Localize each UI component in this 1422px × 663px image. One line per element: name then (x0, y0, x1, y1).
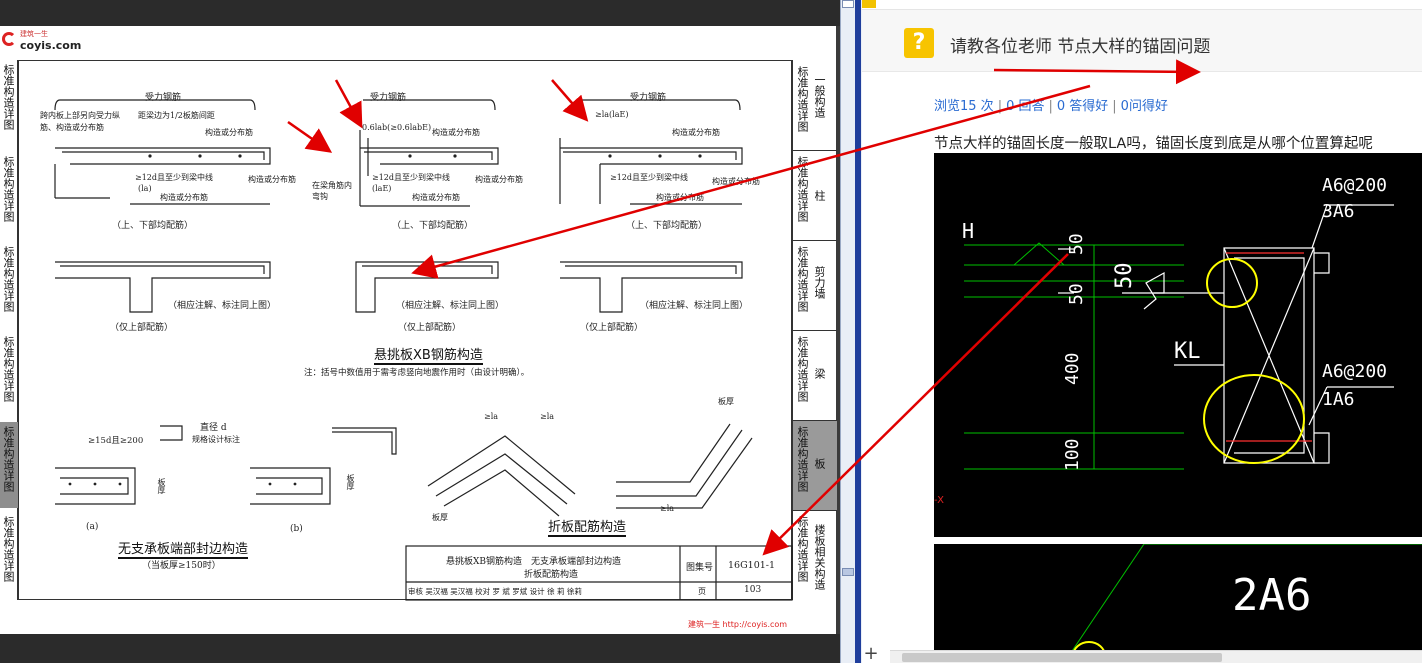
note-la-3: ≥la(laE) (595, 110, 629, 119)
stat-good-answers[interactable]: 0 答得好 (1057, 99, 1108, 114)
cad-dim-50c: 50 (1112, 262, 1137, 290)
note-anchor-06: 0.6lab(≥0.6labE) (362, 123, 432, 132)
cad-dim-50b: 50 (1066, 283, 1087, 305)
label-rebar-1: 受力钢筋 (145, 93, 182, 103)
tb-page-no: 103 (744, 585, 762, 595)
stat-answers[interactable]: 0 回答 (1006, 99, 1044, 114)
note-dist-rebar-8: 构造或分布筋 (712, 177, 760, 186)
panel-top-icon (862, 0, 876, 8)
caption-top-only-2: （仅上部配筋） (398, 323, 462, 333)
cad-linework-2 (1063, 544, 1422, 663)
caption-both-2: （上、下部均配筋） (392, 221, 474, 231)
tb-page-label: 页 (698, 587, 706, 596)
label-diameter-note: 规格设计标注 (192, 435, 240, 444)
note-dist-rebar-9: 构造或分布筋 (656, 193, 704, 202)
label-slab-thk-b: 板厚 (346, 474, 355, 490)
tb-atlas-label: 图集号 (686, 563, 714, 573)
title-block: 悬挑板XB钢筋构造 无支承板端部封边构造 折板配筋构造 图集号 16G101-1… (406, 546, 792, 600)
label-fold-thk-1: 板厚 (432, 513, 448, 522)
tb-line2: 折板配筋构造 (524, 570, 579, 580)
zoom-plus-icon[interactable]: + (862, 645, 880, 663)
horizontal-scrollbar[interactable] (890, 650, 1422, 663)
label-rebar-2: 受力钢筋 (370, 93, 407, 103)
footer-watermark: 建筑一生 http://coyis.com (688, 620, 788, 629)
drawing-sheet: 建筑一生 coyis.com 标准构造详图 标准构造详图 标准构造详图 标准构造… (0, 26, 837, 634)
pane-divider-bar[interactable] (855, 0, 861, 663)
label-diameter: 直径 d (200, 423, 227, 433)
stat-asks-good[interactable]: 0问得好 (1121, 99, 1168, 114)
title-edge-seal: 无支承板端部封边构造 (118, 538, 249, 559)
caption-both-1: （上、下部均配筋） (112, 221, 194, 231)
title-cantilever-slab: 悬挑板XB钢筋构造 (374, 344, 483, 365)
question-panel: ? 请教各位老师 节点大样的锚固问题 浏览15 次 | 0 回答 | 0 答得好 | 0问得… (862, 0, 1422, 663)
cad-rebar-top1: A6@200 (1322, 175, 1388, 196)
cad-rebar-bot1: A6@200 (1322, 361, 1388, 382)
note-12d-2: ≥12d且至少到梁中线 (372, 173, 451, 182)
note-12d-3: ≥12d且至少到梁中线 (610, 173, 689, 182)
cad-rebar-top2: 3A6 (1322, 201, 1355, 222)
pane-collapse-button[interactable] (842, 0, 854, 8)
stat-views[interactable]: 浏览15 次 (934, 99, 994, 114)
caption-see-above-2: （相应注解、标注同上图） (396, 301, 505, 311)
label-fold-la-3: ≥la (660, 504, 675, 513)
caption-both-3: （上、下部均配筋） (626, 221, 708, 231)
caption-see-above-1: （相应注解、标注同上图） (168, 301, 277, 311)
note-dist-rebar-7: 构造或分布筋 (672, 128, 720, 137)
note-bracket: 注：括号中数值用于需考虑竖向地震作用时（由设计明确）。 (304, 368, 530, 378)
label-15d: ≥15d且≥200 (88, 436, 144, 446)
question-mark-icon: ? (904, 28, 934, 58)
cad-h-label: H (962, 219, 975, 243)
caption-see-above-3: （相应注解、标注同上图） (640, 301, 749, 311)
screen: 建筑一生 coyis.com 标准构造详图 标准构造详图 标准构造详图 标准构造… (0, 0, 1422, 663)
note-la-1: (la) (138, 184, 152, 193)
note-half-spacing: 距梁边为1/2板筋间距 (138, 111, 215, 120)
note-dist-rebar-2: 构造或分布筋 (248, 175, 296, 184)
horizontal-scroll-thumb[interactable] (902, 653, 1222, 662)
label-a: (a) (86, 522, 99, 532)
tb-line1: 悬挑板XB钢筋构造 无支承板端部封边构造 (446, 557, 622, 567)
caption-top-only-1: （仅上部配筋） (110, 323, 174, 333)
label-rebar-3: 受力钢筋 (630, 93, 667, 103)
note-lae-2: (laE) (372, 184, 392, 193)
question-title: 请教各位老师 节点大样的锚固问题 (950, 37, 1211, 57)
title-folded-slab: 折板配筋构造 (548, 516, 627, 537)
note-dist-rebar-1: 构造或分布筋 (205, 128, 253, 137)
note-dist-rebar-5: 构造或分布筋 (475, 175, 523, 184)
question-body: 节点大样的锚固长度一般取LA吗，锚固长度到底是从哪个位置算起呢 (934, 136, 1373, 152)
label-b: (b) (290, 524, 303, 534)
caption-edge-cond: （当板厚≥150时） (142, 561, 221, 571)
cad-dim-400: 400 (1062, 352, 1083, 385)
cad-rebar-bot2: 1A6 (1322, 389, 1355, 410)
tb-atlas-no: 16G101-1 (728, 560, 776, 571)
caption-top-only-3: （仅上部配筋） (580, 323, 644, 333)
label-fold-thk-2: 板厚 (718, 397, 734, 406)
viewer-toolbar (0, 0, 840, 26)
label-fold-la-2: ≥la (540, 412, 555, 421)
tb-review-row: 审核 吴汉福 吴汉福 校对 罗 斌 罗斌 设计 徐 莉 徐莉 (408, 587, 582, 596)
cad-rebar-2a6: 2A6 (1232, 570, 1312, 621)
label-slab-thk-a: 板厚 (157, 478, 166, 494)
note-12d-1: ≥12d且至少到梁中线 (135, 173, 214, 182)
panel-top-strip (862, 0, 1422, 10)
note-dist-rebar-6: 构造或分布筋 (412, 193, 460, 202)
note-corner-hook: 在梁角筋内弯钩 (312, 181, 352, 201)
note-dist-rebar-4: 构造或分布筋 (432, 128, 480, 137)
question-image-1[interactable]: H 50 50 50 400 100 KL A6@200 3A6 A6@200 … (934, 153, 1422, 537)
question-stats: 浏览15 次 | 0 回答 | 0 答得好 | 0问得好 (934, 99, 1168, 114)
vscroll-thumb[interactable] (842, 568, 854, 576)
cad-kl-label: KL (1174, 339, 1201, 364)
cad-dim-100: 100 (1062, 438, 1083, 471)
viewer-statusbar (0, 634, 840, 663)
cad-dim-50a: 50 (1066, 233, 1087, 255)
note-span-rebar: 跨内板上部另向受力纵筋、构造或分布筋 (40, 111, 120, 132)
question-image-2[interactable]: 2A6 (934, 544, 1422, 663)
cad-x-mark: -X (934, 495, 944, 506)
note-dist-rebar-3: 构造或分布筋 (160, 193, 208, 202)
label-fold-la-1: ≥la (484, 412, 499, 421)
